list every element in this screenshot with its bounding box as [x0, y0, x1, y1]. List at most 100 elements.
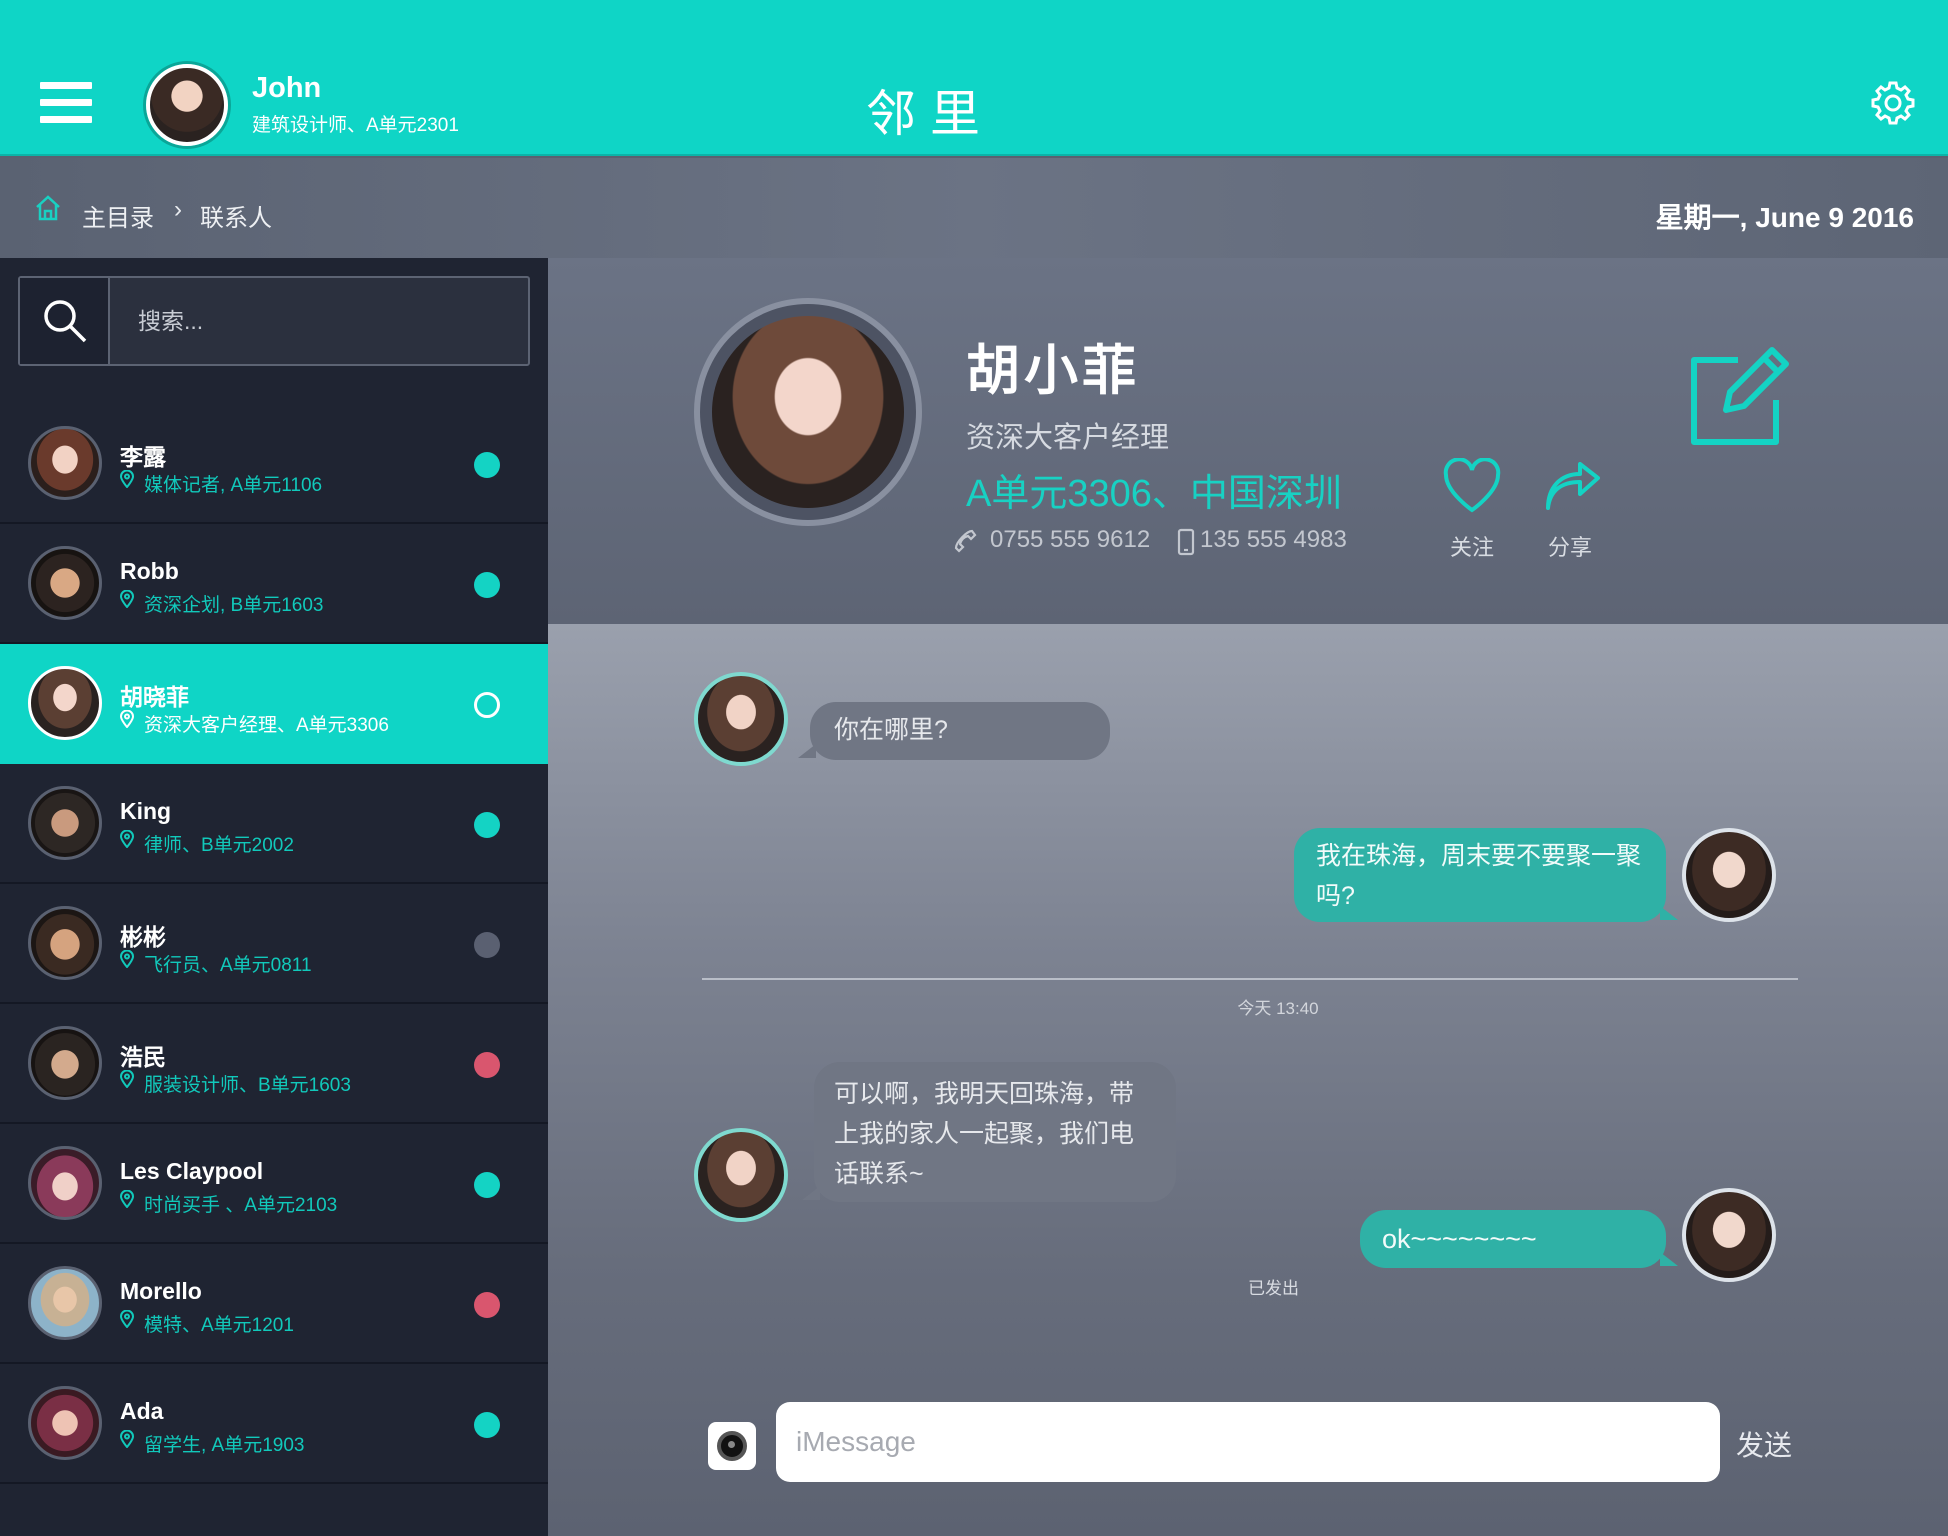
contact-subtitle: 模特、A单元1201 [144, 1315, 294, 1336]
avatar [28, 906, 102, 980]
contact-item[interactable]: Morello 模特、A单元1201 [0, 1244, 548, 1364]
status-indicator [474, 812, 500, 838]
user-subtitle: 建筑设计师、A单元2301 [252, 115, 459, 136]
share-label: 分享 [1547, 535, 1592, 560]
contact-name: 胡晓菲 [120, 684, 189, 710]
gear-icon[interactable] [1870, 80, 1916, 126]
breadcrumb-separator: › [174, 196, 182, 223]
contact-subtitle: 媒体记者, A单元1106 [144, 475, 323, 496]
message-bubble-outgoing: 我在珠海，周末要不要聚一聚吗? [1294, 828, 1678, 922]
profile-name: 胡小菲 [966, 341, 1140, 401]
message-input[interactable] [776, 1402, 1720, 1482]
avatar [28, 666, 102, 740]
profile-location: A单元3306、中国深圳 [966, 473, 1342, 515]
profile-avatar[interactable] [694, 298, 922, 526]
avatar [28, 1146, 102, 1220]
status-indicator [474, 452, 500, 478]
follow-button[interactable]: 关注 [1436, 458, 1508, 560]
status-indicator [474, 1412, 500, 1438]
search-button[interactable] [20, 278, 110, 364]
contact-subtitle: 飞行员、A单元0811 [144, 955, 312, 976]
search-icon [44, 300, 87, 343]
profile-photo [712, 316, 904, 508]
contact-item[interactable]: 李露 媒体记者, A单元1106 [0, 404, 548, 524]
sent-status: 已发出 [1248, 1279, 1299, 1298]
user-avatar[interactable] [146, 64, 228, 146]
location-pin-icon [120, 590, 134, 608]
avatar [28, 426, 102, 500]
profile-role: 资深大客户经理 [966, 422, 1170, 454]
location-pin-icon [120, 1190, 134, 1208]
message-avatar[interactable] [1682, 1188, 1776, 1282]
message-bubble-incoming: 可以啊，我明天回珠海，带上我的家人一起聚，我们电话联系~ [802, 1062, 1176, 1202]
breadcrumb-home[interactable]: 主目录 [82, 198, 154, 233]
top-bar: John 建筑设计师、A单元2301 邻里 [0, 0, 1948, 156]
contact-subtitle: 资深企划, B单元1603 [144, 595, 324, 616]
camera-icon[interactable] [708, 1422, 756, 1470]
avatar [28, 1386, 102, 1460]
breadcrumb-current: 联系人 [200, 205, 272, 232]
location-pin-icon [120, 950, 134, 968]
message-avatar[interactable] [694, 672, 788, 766]
contact-subtitle: 留学生, A单元1903 [144, 1435, 305, 1456]
message-bubble-incoming: 你在哪里? [798, 702, 1110, 760]
location-pin-icon [120, 1310, 134, 1328]
profile-header: 胡小菲 资深大客户经理 A单元3306、中国深圳 0755 555 9612 1… [548, 258, 1948, 624]
contact-name: Robb [120, 558, 179, 584]
contact-item[interactable]: 浩民 服装设计师、B单元1603 [0, 1004, 548, 1124]
status-indicator [474, 1292, 500, 1318]
profile-phone[interactable]: 0755 555 9612 [990, 526, 1150, 554]
status-indicator [474, 932, 500, 958]
status-indicator [474, 572, 500, 598]
search-input[interactable] [112, 278, 528, 364]
contact-subtitle: 时尚买手 、A单元2103 [144, 1195, 338, 1216]
contact-name: 彬彬 [120, 924, 166, 950]
location-pin-icon [120, 830, 134, 848]
home-icon[interactable] [34, 194, 62, 222]
message-avatar[interactable] [694, 1128, 788, 1222]
contacts-sidebar: 李露 媒体记者, A单元1106 Robb 资深企划, B单元1603 胡晓菲 … [0, 258, 562, 1536]
app-title: 邻里 [866, 85, 994, 143]
contact-subtitle: 律师、B单元2002 [144, 835, 294, 856]
menu-icon[interactable] [40, 82, 92, 123]
avatar [28, 1026, 102, 1100]
edit-icon[interactable] [1688, 344, 1792, 448]
contact-item[interactable]: Robb 资深企划, B单元1603 [0, 524, 548, 644]
message-bubble-outgoing: ok~~~~~~~~ [1360, 1210, 1678, 1268]
contact-item[interactable]: 彬彬 飞行员、A单元0811 [0, 884, 548, 1004]
contact-subtitle: 资深大客户经理、A单元3306 [144, 715, 389, 736]
location-pin-icon [120, 710, 134, 728]
contact-name: Ada [120, 1398, 164, 1424]
contact-list: 李露 媒体记者, A单元1106 Robb 资深企划, B单元1603 胡晓菲 … [0, 404, 562, 1484]
share-button[interactable]: 分享 [1534, 458, 1606, 560]
mobile-icon [1177, 528, 1195, 556]
profile-mobile[interactable]: 135 555 4983 [1200, 526, 1347, 554]
date-label: 星期一, June 9 2016 [1655, 202, 1914, 233]
status-indicator [474, 692, 500, 718]
user-name: John [252, 72, 322, 104]
contact-name: King [120, 798, 172, 824]
status-indicator [474, 1052, 500, 1078]
contact-item[interactable]: Ada 留学生, A单元1903 [0, 1364, 548, 1484]
search-box [18, 276, 530, 366]
contact-item-selected[interactable]: 胡晓菲 资深大客户经理、A单元3306 [0, 644, 562, 764]
divider [702, 978, 1798, 980]
contact-name: Morello [120, 1278, 202, 1304]
contact-subtitle: 服装设计师、B单元1603 [144, 1075, 351, 1096]
contact-name: 浩民 [120, 1044, 166, 1070]
avatar [28, 1266, 102, 1340]
message-avatar[interactable] [1682, 828, 1776, 922]
status-indicator [474, 1172, 500, 1198]
chat-timestamp: 今天 13:40 [1237, 999, 1319, 1018]
contact-item[interactable]: King 律师、B单元2002 [0, 764, 548, 884]
contact-item[interactable]: Les Claypool 时尚买手 、A单元2103 [0, 1124, 548, 1244]
avatar [28, 546, 102, 620]
phone-icon [954, 529, 977, 553]
avatar [28, 786, 102, 860]
heart-icon [1443, 458, 1501, 513]
contact-name: Les Claypool [120, 1158, 264, 1184]
send-button[interactable]: 发送 [1736, 1424, 1792, 1464]
follow-label: 关注 [1449, 535, 1494, 560]
chat-panel: 你在哪里? 我在珠海，周末要不要聚一聚吗? 今天 13:40 可以啊，我明天回珠… [548, 624, 1948, 1536]
breadcrumb: 主目录 › 联系人 星期一, June 9 2016 [0, 158, 1948, 258]
